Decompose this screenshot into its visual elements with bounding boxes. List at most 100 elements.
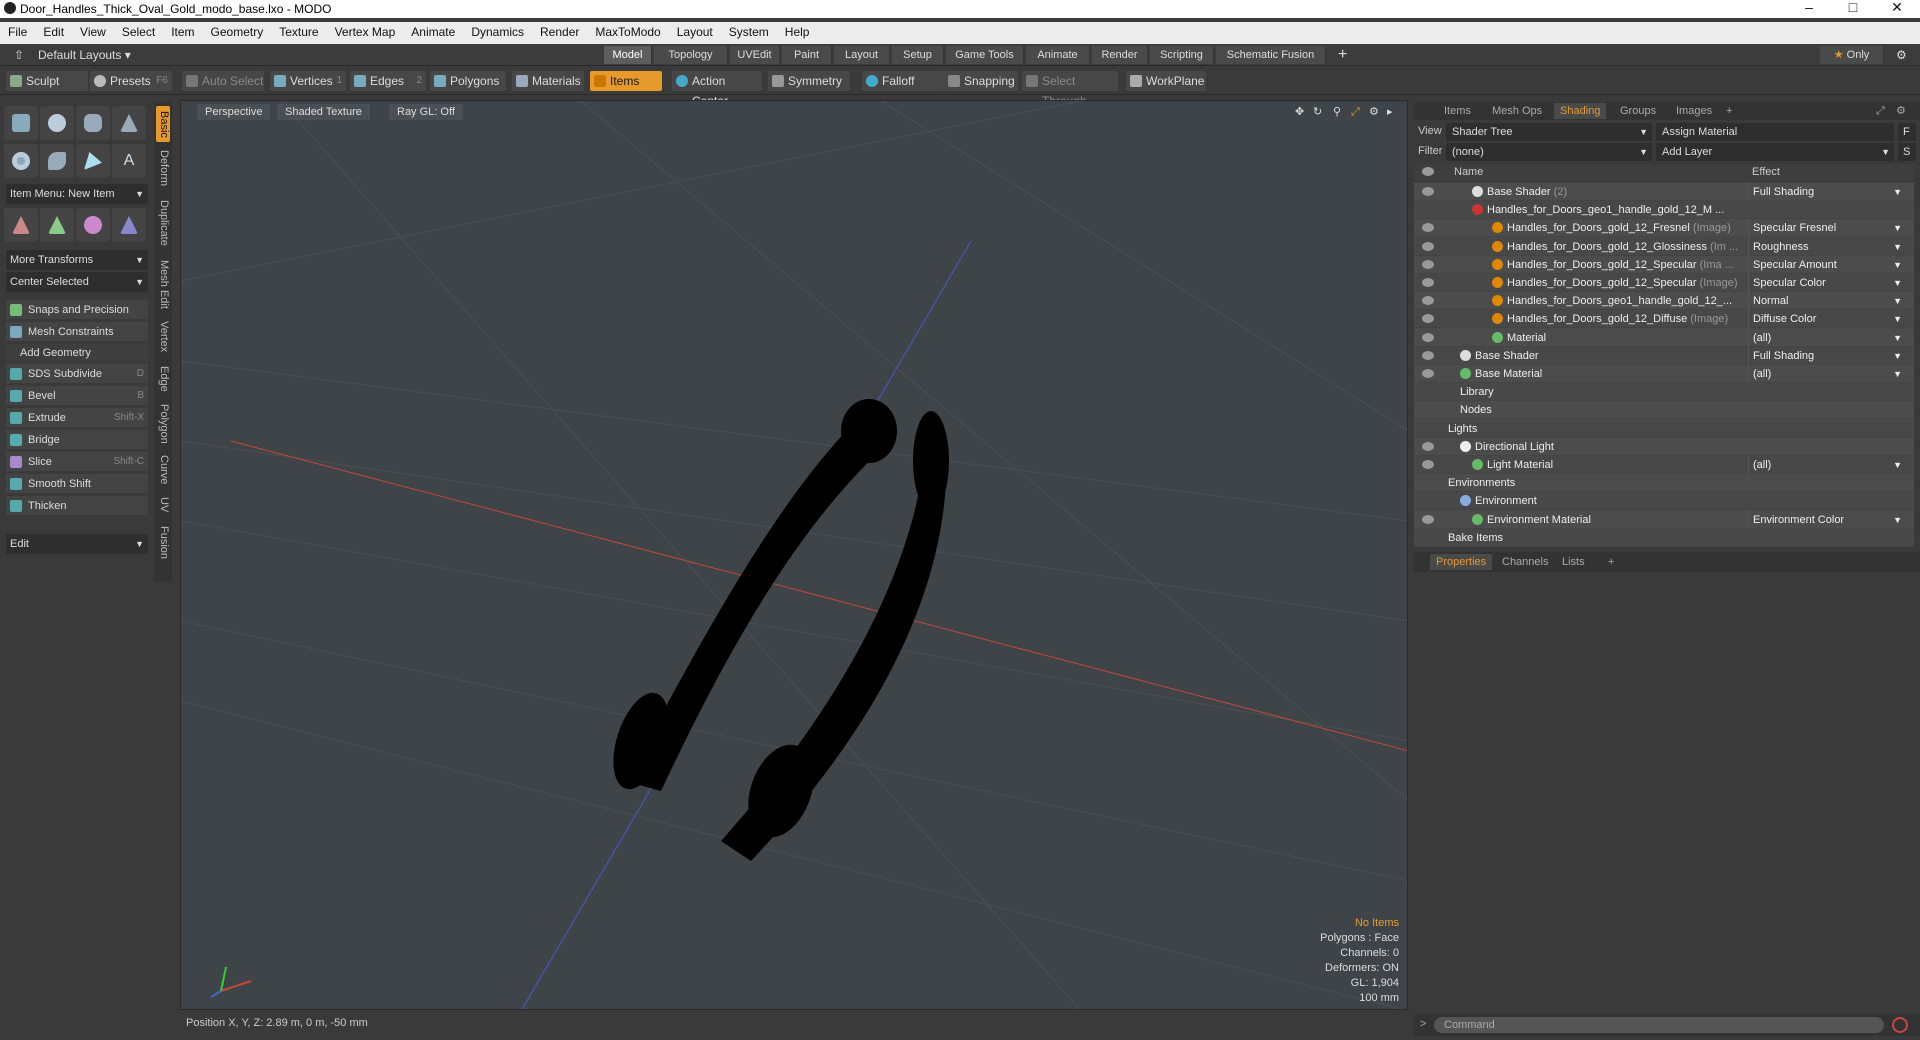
effect-dropdown[interactable]: Environment Color ▼ — [1748, 510, 1908, 529]
minimize-icon[interactable]: – — [1786, 0, 1832, 18]
orbit-icon[interactable]: ↻ — [1311, 104, 1324, 120]
symmetry-button[interactable]: Symmetry — [768, 71, 850, 91]
raygl-button[interactable]: Ray GL: Off — [389, 104, 463, 120]
vtab-uv[interactable]: UV — [156, 492, 170, 518]
visibility-eye-icon[interactable] — [1422, 369, 1434, 378]
zoom-icon[interactable]: ⚲ — [1331, 104, 1343, 120]
shader-tree-row[interactable]: Handles_for_Doors_gold_12_Diffuse (Image… — [1414, 310, 1914, 329]
effect-dropdown[interactable]: Full Shading ▼ — [1748, 183, 1908, 201]
filter-dropdown[interactable]: (none) ▼ — [1446, 143, 1652, 161]
settings-gear-icon[interactable]: ⚙ — [1888, 46, 1915, 64]
tab-model[interactable]: Model — [604, 46, 652, 64]
layout-preset-dropdown[interactable]: Default Layouts ▾ — [30, 46, 139, 64]
shader-tree-row[interactable]: Environments — [1414, 474, 1914, 493]
select-through-button[interactable]: Select Through — [1022, 71, 1118, 108]
edit-dropdown[interactable]: Edit ▼ — [6, 534, 148, 554]
panel-expand-icon[interactable]: ⤢ — [1870, 103, 1891, 119]
menu-file[interactable]: File — [0, 22, 35, 39]
materials-button[interactable]: Materials — [512, 71, 584, 91]
menu-layout[interactable]: Layout — [669, 22, 721, 39]
shader-tree-row[interactable]: Library — [1414, 383, 1914, 402]
viewport-options-icon[interactable]: ⚙ — [1367, 104, 1381, 120]
torus-icon[interactable] — [4, 144, 38, 178]
visibility-eye-icon[interactable] — [1422, 314, 1434, 324]
snapping-button[interactable]: Snapping — [944, 71, 1018, 91]
vtab-deform[interactable]: Deform — [156, 146, 170, 190]
add-geometry-section[interactable]: Add Geometry — [6, 344, 148, 362]
visibility-eye-icon[interactable] — [1422, 223, 1434, 233]
shader-tree-row[interactable]: Directional Light — [1414, 437, 1914, 456]
layout-lock-icon[interactable]: ⇧ — [6, 46, 32, 64]
shader-tree-row[interactable]: Environment Material Environment Color ▼ — [1414, 510, 1914, 529]
thicken-button[interactable]: Thicken — [6, 496, 148, 516]
close-icon[interactable]: ✕ — [1874, 0, 1920, 18]
polygons-button[interactable]: Polygons — [430, 71, 506, 91]
items-button[interactable]: Items — [590, 71, 662, 91]
tab-layout[interactable]: Layout — [834, 46, 890, 64]
effect-dropdown[interactable]: Diffuse Color ▼ — [1748, 310, 1908, 329]
menu-geometry[interactable]: Geometry — [203, 22, 272, 39]
tab-uvedit[interactable]: UVEdit — [730, 46, 780, 64]
effect-dropdown[interactable]: (all) ▼ — [1748, 456, 1908, 474]
pen-icon[interactable] — [76, 144, 110, 178]
viewport-menu-icon[interactable]: ▸ — [1385, 104, 1395, 120]
effect-dropdown[interactable]: (all) ▼ — [1748, 365, 1908, 383]
edges-button[interactable]: Edges 2 — [350, 71, 426, 91]
cube-icon[interactable] — [4, 106, 38, 140]
effect-dropdown[interactable]: Normal ▼ — [1748, 292, 1908, 311]
menu-help[interactable]: Help — [777, 22, 818, 39]
tab-lists[interactable]: Lists — [1556, 554, 1591, 570]
shading-mode-button[interactable]: Shaded Texture — [277, 104, 370, 120]
view-dropdown[interactable]: Shader Tree ▼ — [1446, 123, 1652, 141]
tab-properties[interactable]: Properties — [1430, 554, 1493, 570]
extrude-button[interactable]: Extrude Shift-X — [6, 408, 148, 428]
vertices-button[interactable]: Vertices 1 — [270, 71, 346, 91]
pan-icon[interactable]: ✥ — [1293, 104, 1306, 120]
menu-edit[interactable]: Edit — [35, 22, 72, 39]
visibility-eye-icon[interactable] — [1422, 460, 1434, 469]
menu-maxtomodo[interactable]: MaxToModo — [587, 22, 668, 39]
menu-animate[interactable]: Animate — [403, 22, 463, 39]
3d-viewport[interactable]: Perspective Shaded Texture Ray GL: Off ✥… — [180, 100, 1408, 1010]
vtab-duplicate[interactable]: Duplicate — [156, 194, 170, 252]
shader-tree-row[interactable]: Handles_for_Doors_gold_12_Fresnel (Image… — [1414, 219, 1914, 238]
cylinder-icon[interactable] — [76, 106, 110, 140]
vtab-fusion[interactable]: Fusion — [156, 522, 170, 564]
tab-scripting[interactable]: Scripting — [1150, 46, 1214, 64]
add-tab-icon[interactable]: + — [1720, 103, 1738, 119]
smooth-shift-button[interactable]: Smooth Shift — [6, 474, 148, 494]
tab-channels[interactable]: Channels — [1496, 554, 1554, 570]
vtab-mesh-edit[interactable]: Mesh Edit — [156, 256, 170, 312]
transform-gizmo-icon[interactable] — [112, 208, 146, 242]
tab-render[interactable]: Render — [1092, 46, 1148, 64]
tab-animate[interactable]: Animate — [1026, 46, 1090, 64]
visibility-eye-icon[interactable] — [1422, 187, 1434, 196]
effect-dropdown[interactable]: Full Shading ▼ — [1748, 346, 1908, 365]
name-column-header[interactable]: Name — [1454, 166, 1483, 178]
vtab-vertex[interactable]: Vertex — [156, 316, 170, 358]
vtab-basic[interactable]: Basic — [156, 106, 170, 142]
tab-images[interactable]: Images — [1670, 103, 1718, 119]
mesh-constraints-button[interactable]: Mesh Constraints — [6, 322, 148, 342]
shader-tree-row[interactable]: Handles_for_Doors_gold_12_Specular (Ima … — [1414, 255, 1914, 274]
f-button[interactable]: F — [1898, 123, 1916, 141]
slice-button[interactable]: Slice Shift-C — [6, 452, 148, 472]
panel-gear-icon[interactable]: ⚙ — [1890, 103, 1912, 119]
action-center-button[interactable]: Action Center — [672, 71, 762, 108]
effect-dropdown[interactable]: Roughness ▼ — [1748, 237, 1908, 256]
tab-setup[interactable]: Setup — [892, 46, 944, 64]
shader-tree-row[interactable]: Base Shader Full Shading ▼ — [1414, 346, 1914, 365]
scale-gizmo-icon[interactable] — [76, 208, 110, 242]
menu-item[interactable]: Item — [163, 22, 202, 39]
tab-paint[interactable]: Paint — [782, 46, 832, 64]
bevel-button[interactable]: Bevel B — [6, 386, 148, 406]
center-selected-dropdown[interactable]: Center Selected ▼ — [6, 272, 148, 292]
maximize-view-icon[interactable]: ⤢ — [1349, 104, 1362, 120]
vtab-curve[interactable]: Curve — [156, 452, 170, 488]
visibility-eye-icon[interactable] — [1422, 278, 1434, 287]
shader-tree-row[interactable]: Light Material (all) ▼ — [1414, 456, 1914, 474]
cone-icon[interactable] — [112, 106, 146, 140]
assign-material-button[interactable]: Assign Material — [1656, 123, 1894, 141]
menu-dynamics[interactable]: Dynamics — [463, 22, 532, 39]
falloff-button[interactable]: Falloff — [862, 71, 944, 91]
